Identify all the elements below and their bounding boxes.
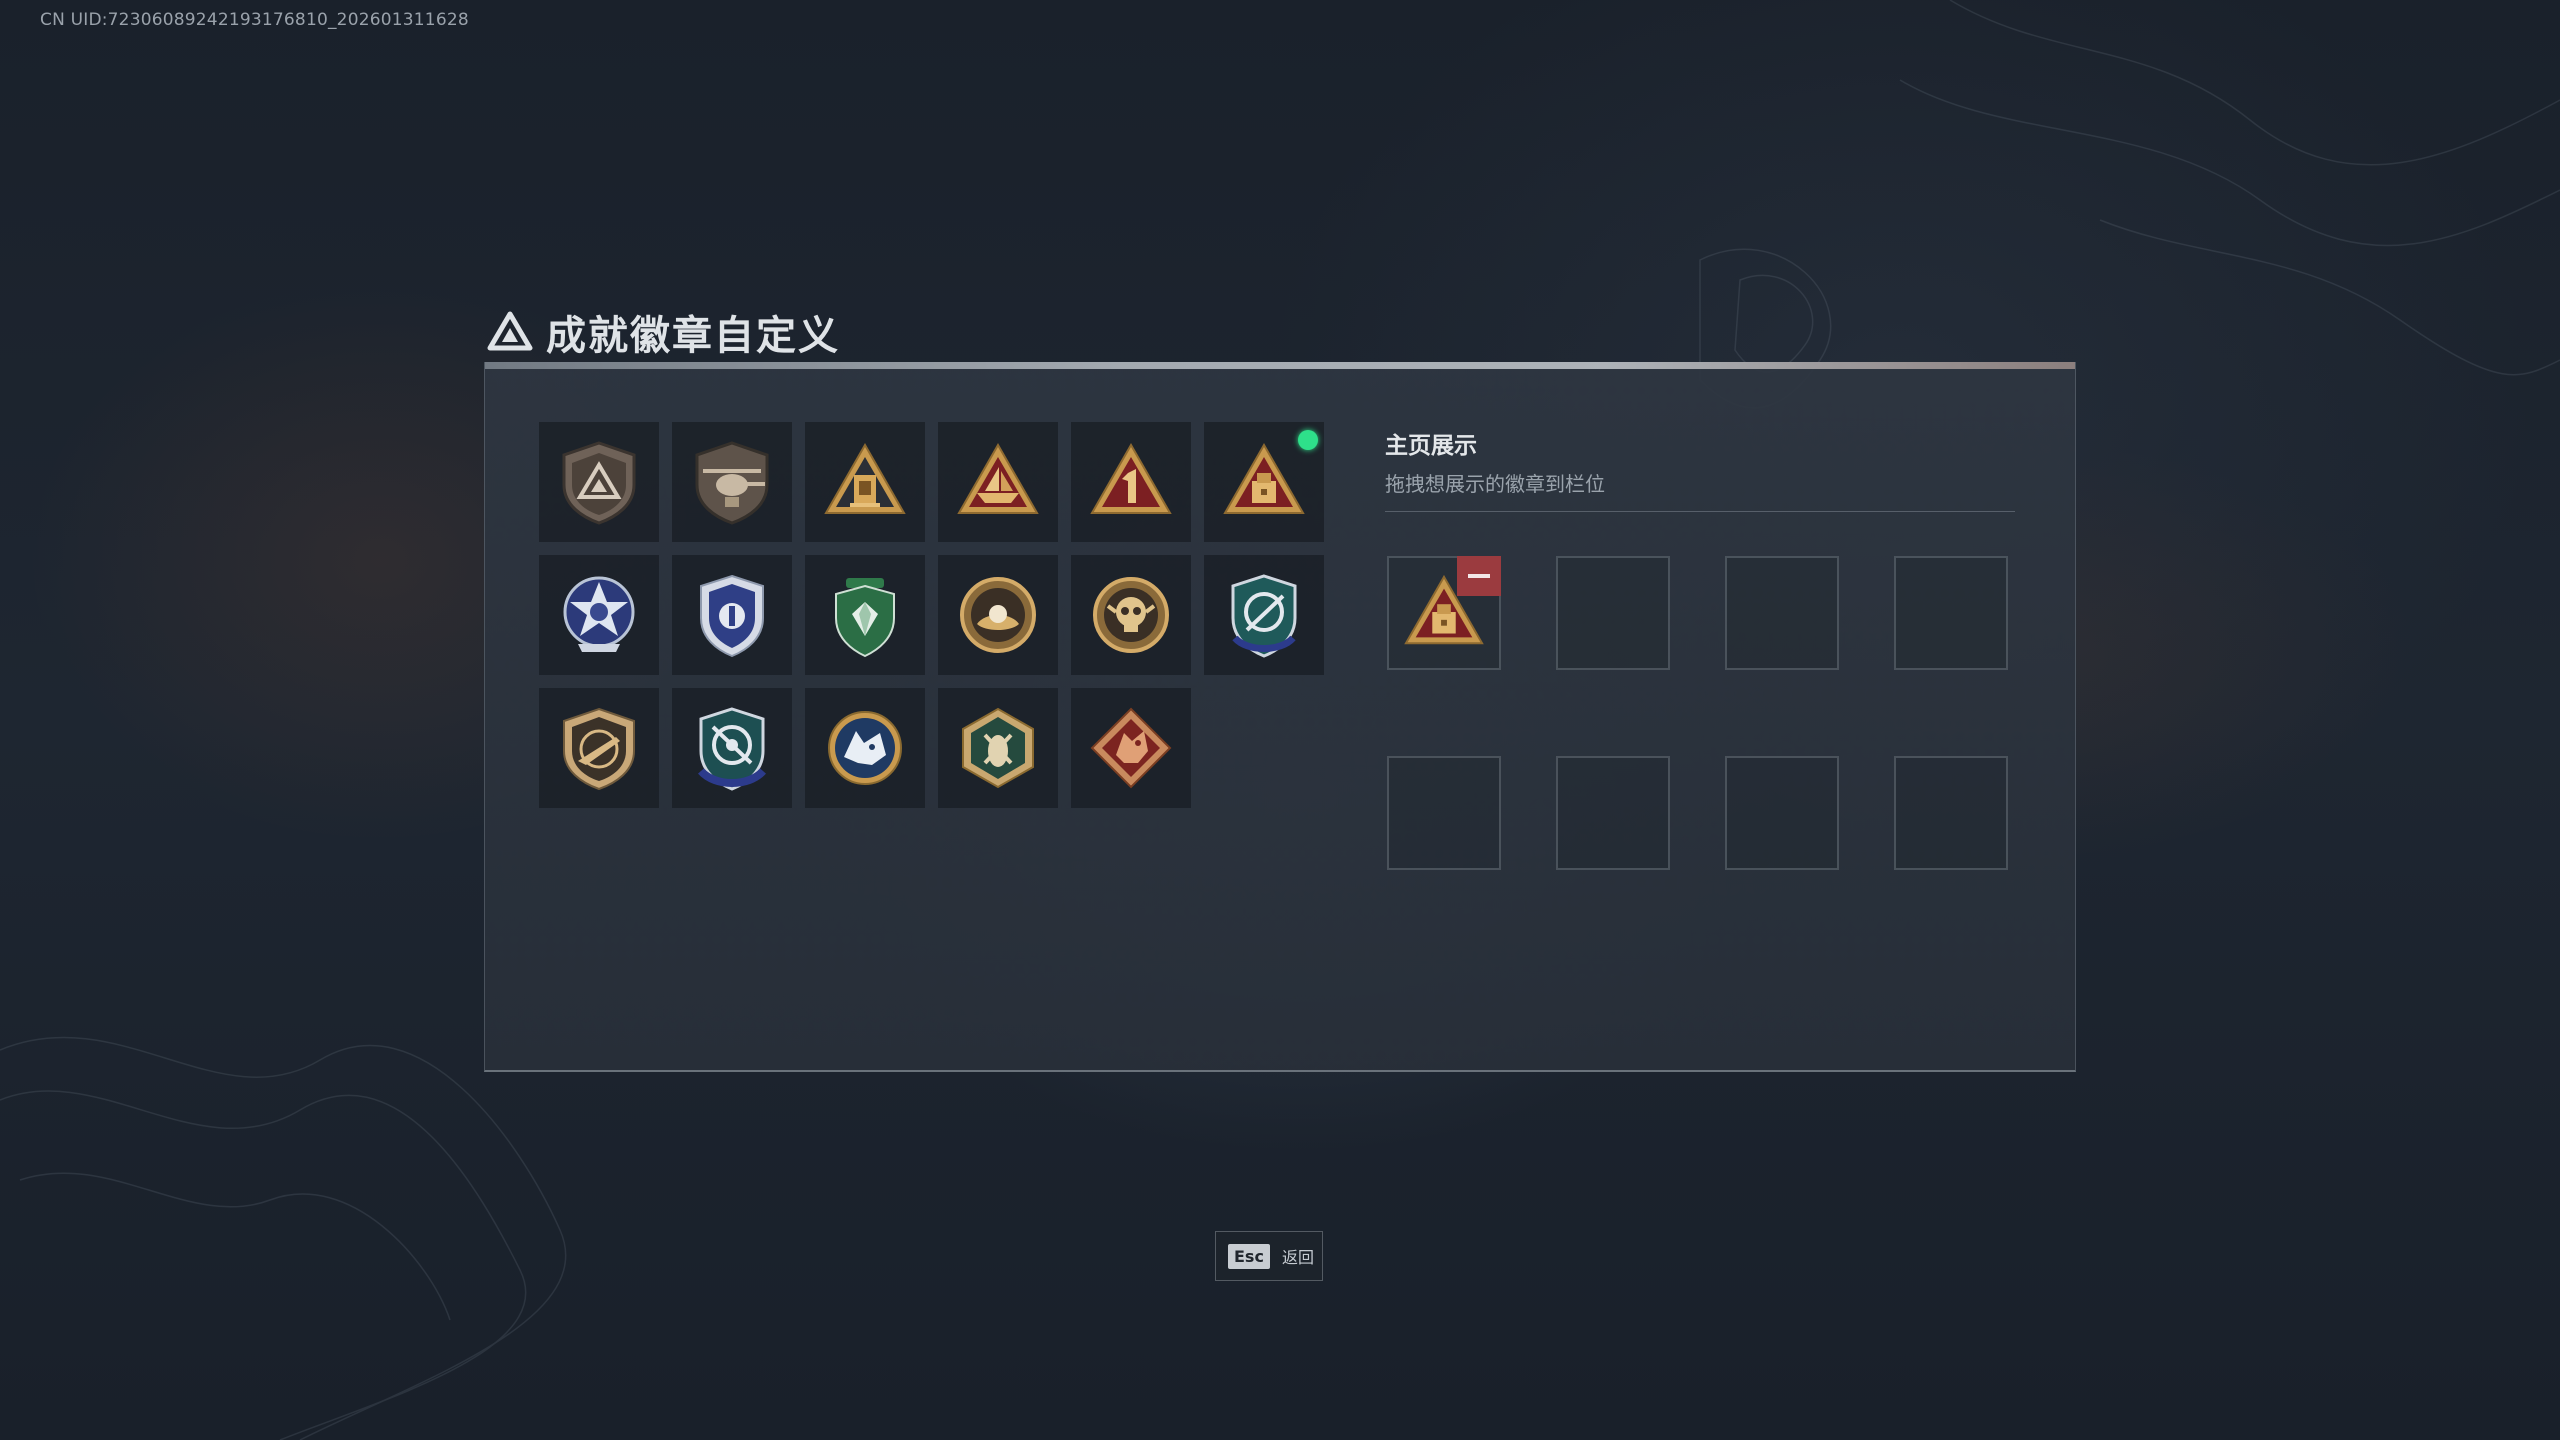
gold-tower-triangle-badge[interactable] — [805, 422, 925, 542]
triangle-logo-icon — [487, 311, 533, 351]
homepage-display-section: 主页展示 拖拽想展示的徽章到栏位 — [1385, 422, 2015, 870]
pearl-round-badge[interactable] — [938, 555, 1058, 675]
display-slot-7[interactable] — [1725, 756, 1839, 870]
page-title: 成就徽章自定义 — [546, 313, 840, 359]
display-slot-5[interactable] — [1387, 756, 1501, 870]
display-slot-1[interactable] — [1387, 556, 1501, 670]
minus-icon — [1468, 574, 1490, 578]
wolf-round-badge[interactable] — [805, 688, 925, 808]
panel-top-divider — [485, 362, 2075, 369]
esc-key-hint: Esc — [1228, 1243, 1270, 1269]
triangle-shield-badge[interactable] — [539, 422, 659, 542]
display-slot-6[interactable] — [1556, 756, 1670, 870]
display-slot-2[interactable] — [1556, 556, 1670, 670]
page-header: 成就徽章自定义 — [486, 302, 840, 362]
back-label: 返回 — [1281, 1248, 1314, 1267]
chest-triangle-badge[interactable] — [1204, 422, 1324, 542]
display-slot-8[interactable] — [1894, 756, 2008, 870]
blue-target-medal-badge[interactable] — [672, 688, 792, 808]
blue-star-medal-badge[interactable] — [539, 555, 659, 675]
number-one-triangle-badge[interactable] — [1071, 422, 1191, 542]
skull-round-badge[interactable] — [1071, 555, 1191, 675]
ship-triangle-badge[interactable] — [938, 422, 1058, 542]
display-slot-4[interactable] — [1894, 556, 2008, 670]
back-button[interactable]: Esc 返回 — [1215, 1231, 1323, 1281]
display-divider — [1385, 511, 2015, 512]
display-slot-3[interactable] — [1725, 556, 1839, 670]
blue-crest-badge[interactable] — [672, 555, 792, 675]
display-section-subtitle: 拖拽想展示的徽章到栏位 — [1385, 472, 1605, 496]
insect-hexagon-badge[interactable] — [938, 688, 1058, 808]
user-id-label: CN UID:7230608924219317681​0_20260131162… — [40, 10, 469, 30]
blue-target-crest-badge[interactable] — [1204, 555, 1324, 675]
badge-customize-panel: 主页展示 拖拽想展示的徽章到栏位 — [484, 362, 2076, 1072]
display-section-title: 主页展示 — [1385, 433, 1477, 459]
rifle-shield-badge[interactable] — [539, 688, 659, 808]
helicopter-shield-badge[interactable] — [672, 422, 792, 542]
green-gem-crest-badge[interactable] — [805, 555, 925, 675]
remove-badge-button[interactable] — [1457, 556, 1501, 596]
display-slot-grid — [1387, 556, 2008, 870]
new-indicator-dot — [1298, 430, 1318, 450]
dragon-diamond-badge[interactable] — [1071, 688, 1191, 808]
badge-collection-grid — [539, 422, 1324, 808]
